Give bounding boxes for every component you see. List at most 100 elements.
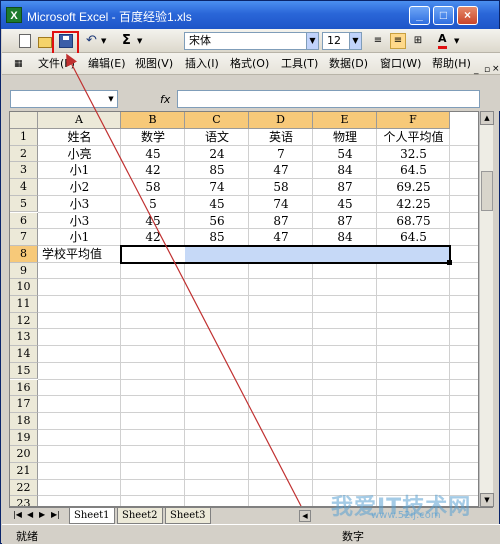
row-header-3[interactable]: 3: [10, 162, 38, 180]
cell-e3[interactable]: 84: [313, 162, 377, 179]
row-header-19[interactable]: 19: [10, 429, 38, 447]
cell-a4[interactable]: 小2: [38, 179, 121, 196]
row-header-5[interactable]: 5: [10, 195, 38, 213]
cell-a3[interactable]: 小1: [38, 162, 121, 179]
row-header-22[interactable]: 22: [10, 479, 38, 497]
font-color-button[interactable]: A: [438, 32, 447, 49]
close-button[interactable]: ×: [457, 6, 478, 25]
row-header-8[interactable]: 8: [10, 245, 38, 263]
name-box-dropdown-icon[interactable]: ▼: [105, 91, 117, 107]
cell-e5[interactable]: 45: [313, 196, 377, 213]
cell-e7[interactable]: 84: [313, 229, 377, 246]
align-center-icon[interactable]: ≡: [390, 33, 406, 49]
menu-window[interactable]: 窗口(W): [380, 57, 421, 71]
cell-f3[interactable]: 64.5: [377, 162, 450, 179]
cell-d7[interactable]: 47: [249, 229, 313, 246]
cell-b3[interactable]: 42: [121, 162, 185, 179]
cell-f1[interactable]: 个人平均值: [377, 129, 450, 146]
cell-f7[interactable]: 64.5: [377, 229, 450, 246]
row-header-23[interactable]: 23: [10, 496, 38, 506]
cell-e4[interactable]: 87: [313, 179, 377, 196]
cell-e6[interactable]: 87: [313, 213, 377, 230]
name-box[interactable]: ▼: [10, 90, 118, 108]
row-header-18[interactable]: 18: [10, 412, 38, 430]
tab-sheet1[interactable]: Sheet1: [69, 508, 115, 524]
row-header-6[interactable]: 6: [10, 212, 38, 230]
fill-handle[interactable]: [447, 259, 452, 265]
column-header-b[interactable]: B: [121, 112, 185, 129]
fx-icon[interactable]: fx: [160, 93, 170, 106]
cell-a1[interactable]: 姓名: [38, 129, 121, 146]
cell-c2[interactable]: 24: [185, 146, 249, 163]
row-header-17[interactable]: 17: [10, 396, 38, 413]
row-header-4[interactable]: 4: [10, 179, 38, 196]
open-folder-icon[interactable]: [38, 37, 52, 48]
vertical-scrollbar[interactable]: ▲ ▼: [479, 111, 494, 507]
cell-c5[interactable]: 45: [185, 196, 249, 213]
row-header-11[interactable]: 11: [10, 296, 38, 313]
hscroll-left-icon[interactable]: ◀: [299, 510, 311, 522]
cell-e1[interactable]: 物理: [313, 129, 377, 146]
row-header-9[interactable]: 9: [10, 262, 38, 280]
row-header-10[interactable]: 10: [10, 279, 38, 296]
menu-help[interactable]: 帮助(H): [432, 57, 471, 71]
minimize-button[interactable]: _: [409, 6, 430, 25]
new-document-icon[interactable]: [19, 34, 31, 48]
cell-a8[interactable]: 学校平均值: [42, 246, 102, 263]
cell-a5[interactable]: 小3: [38, 196, 121, 213]
menu-edit[interactable]: 编辑(E): [88, 57, 126, 71]
cell-b6[interactable]: 45: [121, 213, 185, 230]
cell-b2[interactable]: 45: [121, 146, 185, 163]
scroll-down-icon[interactable]: ▼: [480, 493, 494, 507]
cell-b5[interactable]: 5: [121, 196, 185, 213]
font-size-select[interactable]: 12 ▼: [322, 32, 362, 50]
font-color-dropdown-icon[interactable]: ▼: [454, 32, 459, 50]
row-header-13[interactable]: 13: [10, 329, 38, 347]
undo-icon[interactable]: ↶: [86, 32, 97, 50]
maximize-button[interactable]: □: [433, 6, 454, 25]
row-header-20[interactable]: 20: [10, 446, 38, 463]
align-left-icon[interactable]: ≡: [370, 33, 386, 49]
cell-c6[interactable]: 56: [185, 213, 249, 230]
select-all-corner[interactable]: [10, 112, 38, 129]
undo-dropdown-icon[interactable]: ▼: [101, 32, 106, 50]
autosum-dropdown-icon[interactable]: ▼: [137, 32, 142, 50]
column-header-c[interactable]: C: [185, 112, 249, 129]
cell-f6[interactable]: 68.75: [377, 213, 450, 230]
tab-sheet2[interactable]: Sheet2: [117, 508, 163, 524]
cell-f4[interactable]: 69.25: [377, 179, 450, 196]
autosum-button[interactable]: Σ: [122, 32, 131, 50]
menu-data[interactable]: 数据(D): [329, 57, 368, 71]
row-header-2[interactable]: 2: [10, 145, 38, 163]
column-header-e[interactable]: E: [313, 112, 377, 129]
cell-a7[interactable]: 小1: [38, 229, 121, 246]
menu-view[interactable]: 视图(V): [135, 57, 173, 71]
next-sheet-icon[interactable]: ▶: [39, 510, 45, 519]
doc-close-icon[interactable]: ×: [492, 62, 500, 76]
last-sheet-icon[interactable]: ▶|: [51, 510, 60, 519]
row-header-14[interactable]: 14: [10, 346, 38, 363]
cell-d2[interactable]: 7: [249, 146, 313, 163]
font-size-dropdown-icon[interactable]: ▼: [349, 33, 361, 49]
cell-a6[interactable]: 小3: [38, 213, 121, 230]
menu-format[interactable]: 格式(O): [230, 57, 269, 71]
cell-b4[interactable]: 58: [121, 179, 185, 196]
row-header-7[interactable]: 7: [10, 229, 38, 246]
cell-f2[interactable]: 32.5: [377, 146, 450, 163]
cell-e2[interactable]: 54: [313, 146, 377, 163]
cell-c4[interactable]: 74: [185, 179, 249, 196]
cell-d5[interactable]: 74: [249, 196, 313, 213]
scroll-up-icon[interactable]: ▲: [480, 111, 494, 125]
cell-d3[interactable]: 47: [249, 162, 313, 179]
font-name-select[interactable]: 宋体 ▼: [184, 32, 319, 50]
scroll-thumb[interactable]: [481, 171, 493, 211]
cell-b1[interactable]: 数学: [121, 129, 185, 146]
column-header-a[interactable]: A: [38, 112, 121, 129]
row-header-21[interactable]: 21: [10, 463, 38, 480]
cell-d6[interactable]: 87: [249, 213, 313, 230]
cell-a2[interactable]: 小亮: [38, 146, 121, 163]
cell-f5[interactable]: 42.25: [377, 196, 450, 213]
prev-sheet-icon[interactable]: ◀: [27, 510, 33, 519]
font-name-dropdown-icon[interactable]: ▼: [306, 33, 318, 49]
first-sheet-icon[interactable]: |◀: [13, 510, 22, 519]
